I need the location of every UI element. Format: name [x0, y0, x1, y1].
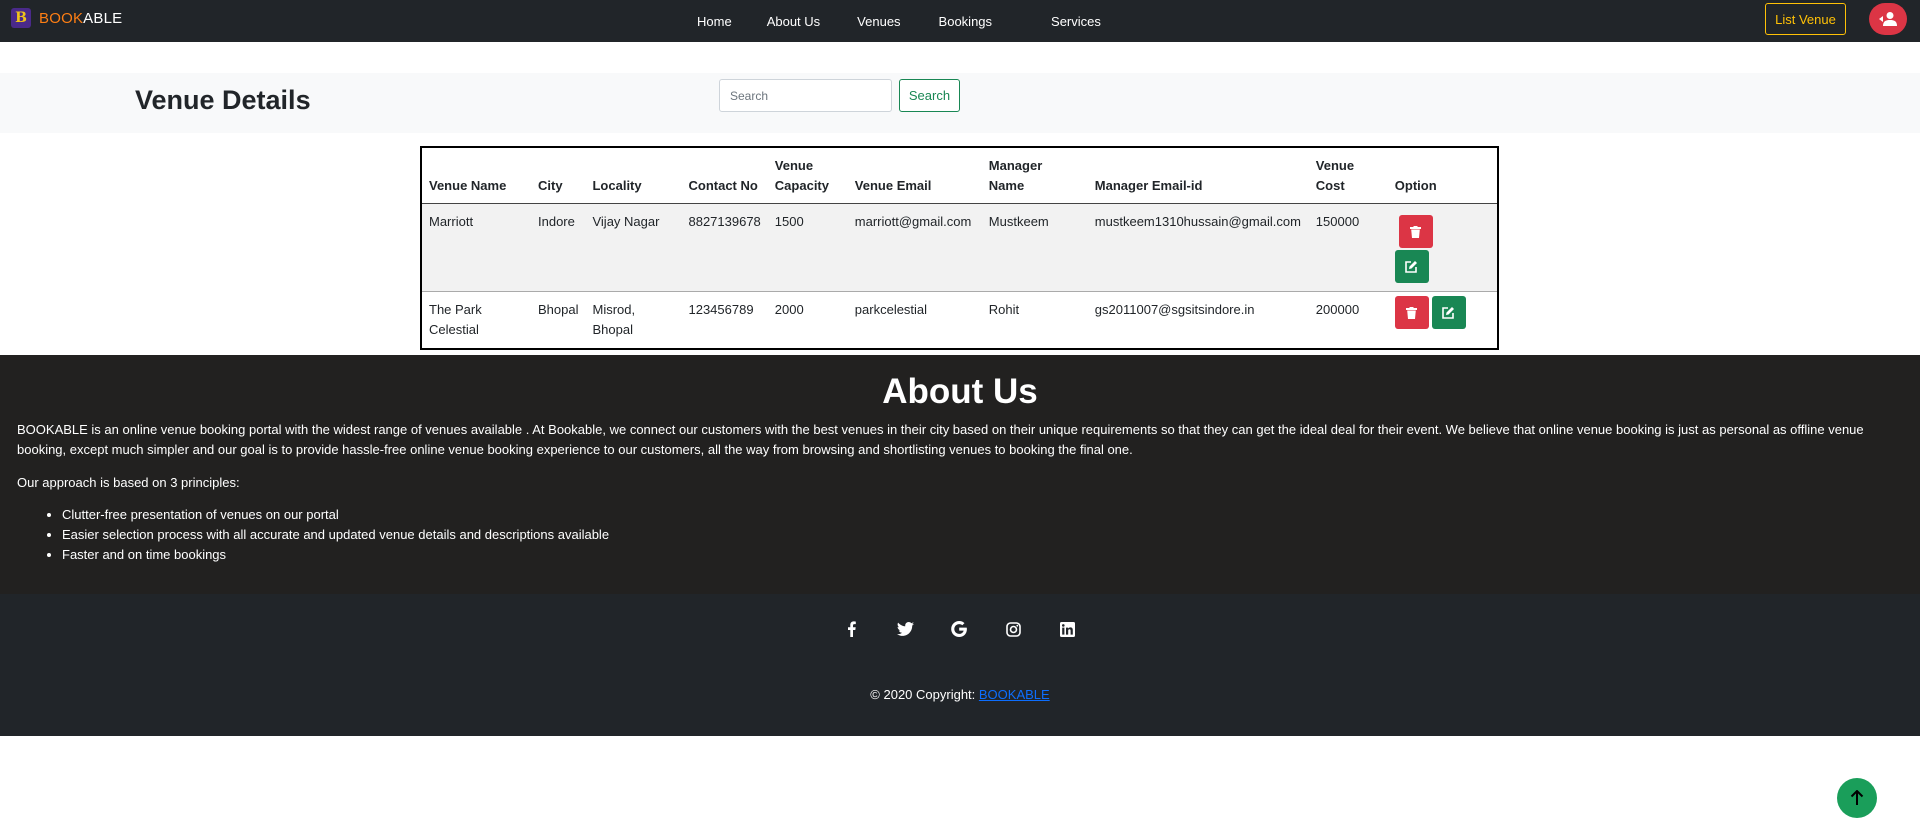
- brand-name: BOOKABLE: [39, 10, 122, 27]
- column-header-venue-cost: Venue Cost: [1308, 148, 1388, 204]
- cell-venue-name: The Park Celestial: [422, 291, 531, 348]
- column-header-manager-email: Manager Email-id: [1087, 148, 1309, 204]
- cell-venue-email: marriott@gmail.com: [847, 203, 982, 292]
- nav-link-bookings[interactable]: Bookings: [939, 14, 992, 29]
- cell-city: Bhopal: [531, 291, 586, 348]
- nav-link-home[interactable]: Home: [697, 14, 732, 29]
- list-item: Faster and on time bookings: [62, 545, 1920, 565]
- cell-manager-email: gs2011007@sgsitsindore.in: [1087, 291, 1309, 348]
- column-header-manager-name-text: Manager Name: [988, 158, 1043, 193]
- cell-locality: Vijay Nagar: [585, 203, 682, 292]
- copyright-link[interactable]: BOOKABLE: [979, 687, 1050, 702]
- list-venue-button[interactable]: List Venue: [1765, 3, 1846, 35]
- copyright-text: © 2020 Copyright:: [870, 687, 979, 702]
- column-header-venue-capacity-text: Venue Capacity: [774, 158, 829, 193]
- nav-links: Home About Us Venues Bookings Services: [697, 0, 1101, 42]
- column-header-venue-capacity: Venue Capacity: [767, 148, 848, 204]
- nav-link-venues[interactable]: Venues: [857, 14, 900, 29]
- twitter-icon[interactable]: [890, 614, 920, 644]
- column-header-venue-email: Venue Email: [847, 148, 982, 204]
- social-links: [836, 614, 1106, 644]
- edit-icon: [1442, 307, 1455, 319]
- column-header-option: Option: [1387, 148, 1497, 204]
- facebook-icon[interactable]: [836, 614, 866, 644]
- nav-link-services[interactable]: Services: [1051, 14, 1101, 29]
- user-logout-icon: [1879, 12, 1897, 26]
- instagram-icon[interactable]: [998, 614, 1028, 644]
- table-row: The Park Celestial Bhopal Misrod, Bhopal…: [422, 291, 1497, 348]
- cell-venue-name: Marriott: [422, 203, 531, 292]
- cell-city: Indore: [531, 203, 586, 292]
- page-header: Venue Details Search: [0, 73, 1920, 133]
- arrow-up-icon: [1850, 790, 1864, 805]
- column-header-city: City: [531, 148, 586, 204]
- cell-venue-capacity: 2000: [767, 291, 848, 348]
- trash-icon: [1410, 225, 1422, 238]
- table-header-row: Venue Name City Locality Contact No Venu…: [422, 148, 1497, 204]
- delete-button[interactable]: [1394, 296, 1429, 329]
- edit-button[interactable]: [1394, 250, 1429, 283]
- about-approach: Our approach is based on 3 principles:: [17, 475, 240, 490]
- about-paragraph: BOOKABLE is an online venue booking port…: [17, 422, 1864, 457]
- column-header-venue-name: Venue Name: [422, 148, 531, 204]
- brand-name-part1: BOOK: [39, 9, 84, 27]
- cell-venue-cost: 200000: [1308, 291, 1388, 348]
- cell-options: [1387, 291, 1497, 348]
- column-header-contact-no: Contact No: [681, 148, 768, 204]
- brand-name-part2: ABLE: [83, 9, 123, 27]
- cell-locality: Misrod, Bhopal: [585, 291, 682, 348]
- footer: © 2020 Copyright: BOOKABLE: [0, 594, 1920, 736]
- copyright: © 2020 Copyright: BOOKABLE: [0, 687, 1920, 702]
- cell-venue-cost: 150000: [1308, 203, 1388, 292]
- linkedin-icon[interactable]: [1052, 614, 1082, 644]
- column-header-manager-name: Manager Name: [981, 148, 1088, 204]
- cell-venue-capacity: 1500: [767, 203, 848, 292]
- cell-contact-no: 123456789: [681, 291, 768, 348]
- user-logout-button[interactable]: [1869, 3, 1907, 35]
- nav-link-about-us[interactable]: About Us: [767, 14, 820, 29]
- google-icon[interactable]: [944, 614, 974, 644]
- cell-manager-name: Rohit: [981, 291, 1088, 348]
- back-to-top-button[interactable]: [1837, 778, 1877, 818]
- table-row: Marriott Indore Vijay Nagar 8827139678 1…: [422, 203, 1497, 292]
- principles-list: Clutter-free presentation of venues on o…: [62, 505, 1920, 565]
- column-header-locality: Locality: [585, 148, 682, 204]
- search-button[interactable]: Search: [899, 79, 960, 112]
- list-item: Easier selection process with all accura…: [62, 525, 1920, 545]
- navbar: B BOOKABLE Home About Us Venues Bookings…: [0, 0, 1920, 42]
- edit-icon: [1405, 261, 1418, 273]
- options-group: [1394, 296, 1490, 329]
- page-title: Venue Details: [135, 85, 311, 115]
- list-item: Clutter-free presentation of venues on o…: [62, 505, 1920, 525]
- column-header-venue-cost-text: Venue Cost: [1315, 158, 1355, 193]
- cell-manager-name: Mustkeem: [981, 203, 1088, 292]
- about-section: About Us BOOKABLE is an online venue boo…: [0, 355, 1920, 594]
- cell-manager-email: mustkeem1310hussain@gmail.com: [1087, 203, 1309, 292]
- venue-table: Venue Name City Locality Contact No Venu…: [420, 146, 1499, 350]
- search-input[interactable]: [719, 79, 892, 112]
- cell-contact-no: 8827139678: [681, 203, 768, 292]
- trash-icon: [1406, 306, 1418, 319]
- cell-venue-email: parkcelestial: [847, 291, 982, 348]
- cell-options: [1387, 203, 1497, 292]
- delete-button[interactable]: [1398, 215, 1433, 248]
- about-title: About Us: [882, 372, 1038, 411]
- edit-button[interactable]: [1431, 296, 1466, 329]
- brand-logo-icon: B: [11, 8, 31, 28]
- brand[interactable]: B BOOKABLE: [11, 8, 122, 28]
